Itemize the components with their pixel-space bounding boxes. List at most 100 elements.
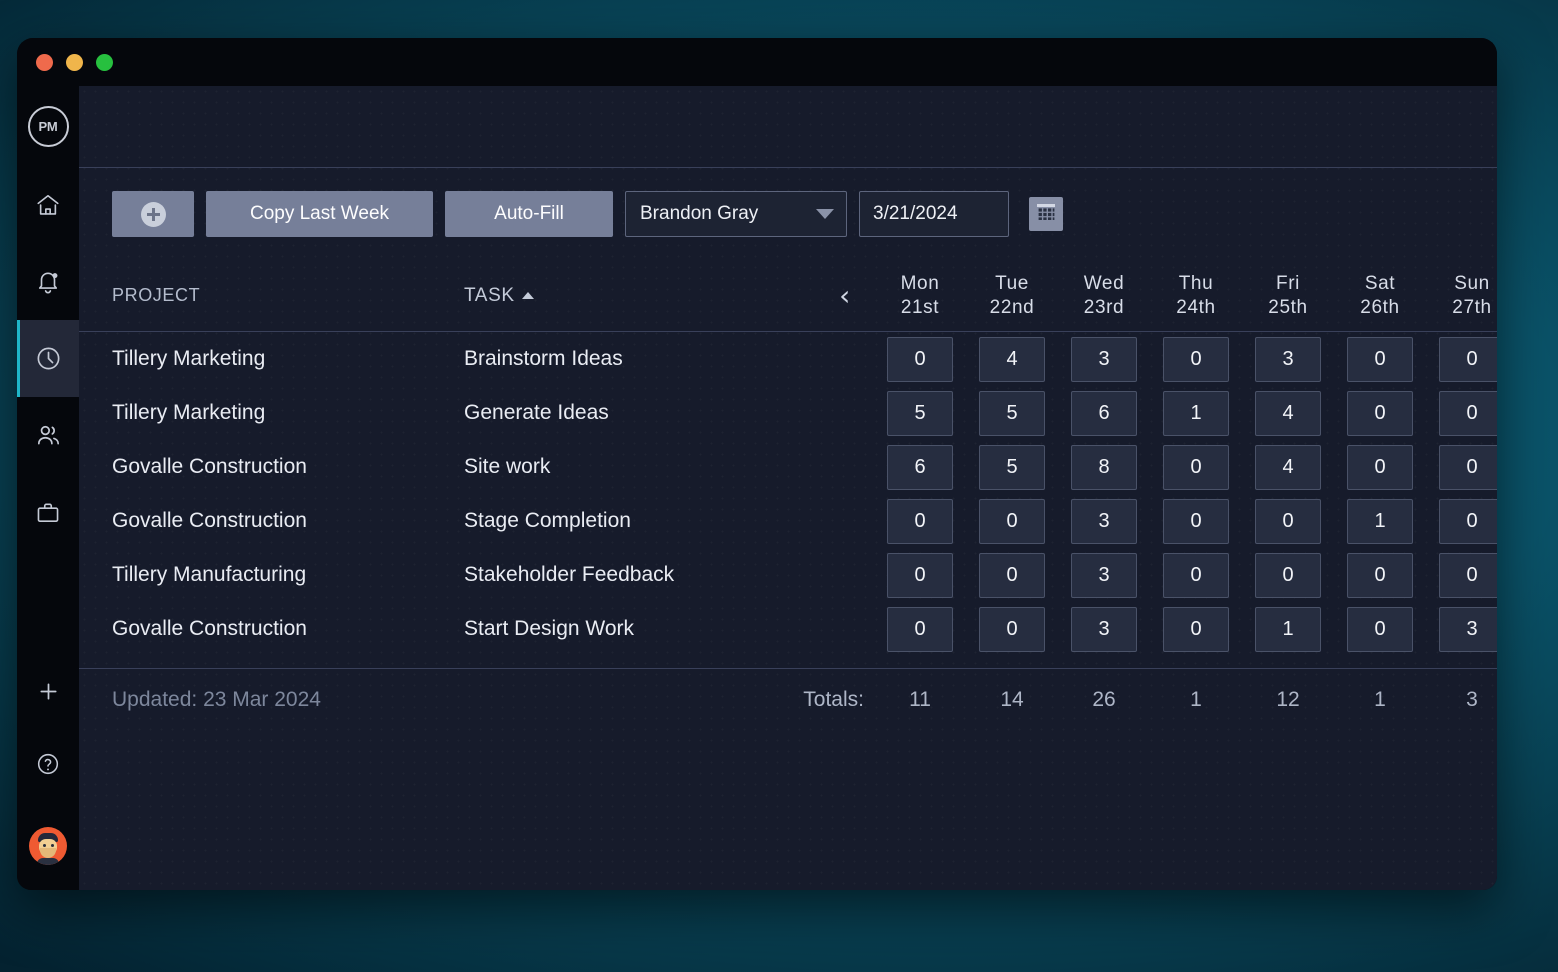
hours-input[interactable]: 0 — [1347, 445, 1413, 490]
cell-project[interactable]: Govalle Construction — [112, 617, 464, 641]
calendar-picker-button[interactable] — [1029, 197, 1063, 231]
day-header: Sun27th — [1426, 272, 1497, 319]
hours-input[interactable]: 5 — [979, 391, 1045, 436]
hours-input[interactable]: 0 — [1439, 337, 1497, 382]
hours-input[interactable]: 8 — [1071, 445, 1137, 490]
hours-input[interactable]: 0 — [887, 607, 953, 652]
avatar — [29, 827, 67, 865]
sidebar-item-projects[interactable] — [17, 474, 79, 551]
window-titlebar — [17, 38, 1497, 86]
hours-cell-wrapper: 0 — [1334, 445, 1426, 490]
copy-last-week-button[interactable]: Copy Last Week — [206, 191, 433, 237]
hours-cell-wrapper: 0 — [1242, 499, 1334, 544]
hours-input[interactable]: 3 — [1439, 607, 1497, 652]
hours-input[interactable]: 1 — [1163, 391, 1229, 436]
hours-input[interactable]: 3 — [1071, 553, 1137, 598]
total-value: 12 — [1242, 688, 1334, 712]
sidebar-item-timesheets[interactable] — [17, 320, 79, 397]
sidebar-add-button[interactable] — [17, 658, 79, 730]
cell-project[interactable]: Govalle Construction — [112, 509, 464, 533]
hours-input[interactable]: 0 — [1439, 391, 1497, 436]
brand-logo[interactable]: PM — [17, 86, 79, 166]
cell-task[interactable]: Brainstorm Ideas — [464, 347, 816, 371]
hours-input[interactable]: 0 — [1163, 337, 1229, 382]
hours-input[interactable]: 3 — [1071, 337, 1137, 382]
hours-input[interactable]: 0 — [979, 607, 1045, 652]
hours-input[interactable]: 0 — [1163, 607, 1229, 652]
hours-input[interactable]: 0 — [1439, 553, 1497, 598]
cell-project[interactable]: Tillery Manufacturing — [112, 563, 464, 587]
hours-input[interactable]: 1 — [1255, 607, 1321, 652]
plus-circle-icon — [141, 202, 166, 227]
sidebar-profile-button[interactable] — [29, 802, 67, 890]
question-circle-icon — [35, 751, 61, 782]
cell-task[interactable]: Stakeholder Feedback — [464, 563, 816, 587]
cell-task[interactable]: Start Design Work — [464, 617, 816, 641]
hours-cell-wrapper: 0 — [1426, 445, 1497, 490]
hours-input[interactable]: 0 — [1163, 445, 1229, 490]
hours-input[interactable]: 0 — [1347, 391, 1413, 436]
hours-cell-wrapper: 5 — [966, 391, 1058, 436]
sidebar-item-team[interactable] — [17, 397, 79, 474]
hours-input[interactable]: 0 — [979, 553, 1045, 598]
cell-task[interactable]: Site work — [464, 455, 816, 479]
hours-input[interactable]: 5 — [979, 445, 1045, 490]
sidebar-help-button[interactable] — [17, 730, 79, 802]
sidebar-item-home[interactable] — [17, 166, 79, 243]
hours-input[interactable]: 0 — [887, 553, 953, 598]
cell-project[interactable]: Tillery Marketing — [112, 401, 464, 425]
calendar-icon — [1034, 200, 1058, 229]
hours-cell-wrapper: 5 — [966, 445, 1058, 490]
cell-project[interactable]: Tillery Marketing — [112, 347, 464, 371]
cell-project[interactable]: Govalle Construction — [112, 455, 464, 479]
home-icon — [35, 192, 61, 218]
hours-input[interactable]: 3 — [1255, 337, 1321, 382]
hours-input[interactable]: 4 — [1255, 391, 1321, 436]
day-header: Fri25th — [1242, 272, 1334, 319]
hours-input[interactable]: 3 — [1071, 607, 1137, 652]
hours-input[interactable]: 0 — [1439, 445, 1497, 490]
hours-input[interactable]: 0 — [1347, 337, 1413, 382]
hours-input[interactable]: 0 — [887, 337, 953, 382]
minimize-window-button[interactable] — [66, 54, 83, 71]
cell-task[interactable]: Stage Completion — [464, 509, 816, 533]
maximize-window-button[interactable] — [96, 54, 113, 71]
total-value: 26 — [1058, 688, 1150, 712]
hours-input[interactable]: 4 — [979, 337, 1045, 382]
hours-input[interactable]: 0 — [1255, 553, 1321, 598]
hours-input[interactable]: 0 — [1347, 553, 1413, 598]
hours-cell-wrapper: 3 — [1058, 337, 1150, 382]
hours-input[interactable]: 5 — [887, 391, 953, 436]
hours-cell-wrapper: 3 — [1058, 499, 1150, 544]
hours-input[interactable]: 3 — [1071, 499, 1137, 544]
auto-fill-button[interactable]: Auto-Fill — [445, 191, 613, 237]
hours-input[interactable]: 0 — [887, 499, 953, 544]
hours-cell-wrapper: 3 — [1058, 607, 1150, 652]
hours-cell-wrapper: 0 — [1426, 337, 1497, 382]
hours-input[interactable]: 0 — [1439, 499, 1497, 544]
hours-input[interactable]: 6 — [887, 445, 953, 490]
previous-week-button[interactable]: ‹ — [816, 282, 874, 310]
close-window-button[interactable] — [36, 54, 53, 71]
column-header-task[interactable]: TASK — [464, 285, 816, 307]
hours-input[interactable]: 1 — [1347, 499, 1413, 544]
hours-input[interactable]: 0 — [979, 499, 1045, 544]
user-select[interactable]: Brandon Gray — [625, 191, 847, 237]
hours-input[interactable]: 0 — [1347, 607, 1413, 652]
hours-cell-wrapper: 0 — [1150, 553, 1242, 598]
totals-label: Totals: — [752, 688, 874, 712]
sidebar-item-notifications[interactable] — [17, 243, 79, 320]
date-input[interactable]: 3/21/2024 — [859, 191, 1009, 237]
hours-input[interactable]: 6 — [1071, 391, 1137, 436]
hours-cell-wrapper: 0 — [966, 607, 1058, 652]
user-select-value: Brandon Gray — [640, 203, 816, 225]
hours-input[interactable]: 0 — [1163, 499, 1229, 544]
total-value: 1 — [1150, 688, 1242, 712]
column-header-project[interactable]: PROJECT — [112, 285, 464, 306]
hours-input[interactable]: 4 — [1255, 445, 1321, 490]
cell-task[interactable]: Generate Ideas — [464, 401, 816, 425]
hours-input[interactable]: 0 — [1255, 499, 1321, 544]
hours-input[interactable]: 0 — [1163, 553, 1229, 598]
grid-footer-row: Updated: 23 Mar 2024 Totals: 11 14 26 1 … — [79, 668, 1497, 730]
add-entry-button[interactable] — [112, 191, 194, 237]
